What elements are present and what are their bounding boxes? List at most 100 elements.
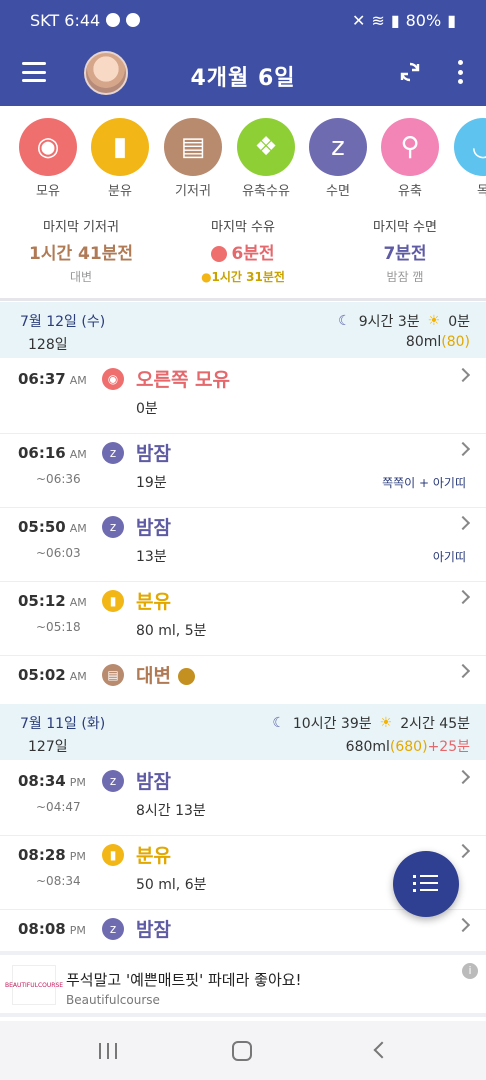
ad-logo: BEAUTIFULCOURSE: [5, 965, 63, 1005]
moon-icon: ☾: [338, 313, 351, 329]
log-entry[interactable]: 05:12 AM ~05:18 ▮ 분유 80 ml, 5분: [0, 582, 486, 656]
ml-total: 680ml: [345, 739, 390, 755]
ml-total: 80ml: [405, 334, 442, 350]
category-bath[interactable]: ◡ 목: [453, 118, 486, 198]
entry-time-value: 08:34: [18, 772, 66, 790]
crib-icon: z: [309, 118, 367, 176]
breastfeed-small-icon: [211, 246, 228, 262]
message-notification-icon: [126, 13, 141, 27]
formula-dot-icon: ●: [201, 270, 212, 284]
entry-time: 06:37 AM: [18, 370, 87, 388]
recent-apps-icon[interactable]: [99, 1043, 117, 1059]
day-date: 7월 11일 (화): [20, 716, 106, 732]
app-bar: 4개월 6일: [0, 40, 486, 106]
day-sleep-total: 0분: [448, 314, 470, 330]
status-time: SKT 6:44: [30, 10, 101, 30]
entry-ampm: AM: [69, 522, 87, 535]
entry-tag: 아기띠: [432, 550, 466, 564]
log-entry[interactable]: 08:08 PM z 밤잠: [0, 910, 486, 950]
day-sleep-totals: ☾ 10시간 39분 ☀ 2시간 45분: [272, 713, 470, 733]
entry-time: 08:08 PM: [18, 920, 86, 938]
ad-advertiser: Beautifulcourse: [66, 993, 160, 1007]
log-entry[interactable]: 08:34 PM ~04:47 z 밤잠 8시간 13분: [0, 762, 486, 836]
signal-icon: ▮: [390, 10, 400, 30]
category-formula[interactable]: ▮ 분유: [90, 118, 150, 198]
category-pumped-feed[interactable]: ❖ 유축수유: [236, 118, 296, 198]
day-sleep-total: 2시간 45분: [400, 716, 470, 732]
moon-icon: ☾: [272, 715, 285, 731]
day-ml-total: 680ml(680)+25분: [346, 736, 470, 756]
entry-end-time: ~04:47: [36, 800, 81, 814]
day-ml-total: 80ml(80): [406, 334, 470, 350]
crib-icon: z: [102, 918, 124, 940]
entry-end-time: ~05:18: [36, 620, 81, 634]
category-label: 유축수유: [242, 184, 290, 198]
entry-end-time: ~08:34: [36, 874, 81, 888]
back-icon[interactable]: [373, 1041, 391, 1059]
entry-detail: 50 ml, 6분: [136, 877, 207, 893]
last-sleep-sub: 밤잠 깸: [386, 270, 424, 284]
bottle-icon: ▮: [102, 590, 124, 612]
last-diaper[interactable]: 마지막 기저귀 1시간 41분전 대변: [0, 216, 162, 285]
more-options-icon[interactable]: [456, 60, 464, 84]
last-feed-time: 6분전: [231, 244, 275, 264]
last-feed-sub: ●1시간 31분전: [162, 268, 324, 285]
category-label: 유축: [398, 184, 422, 198]
entry-time: 05:50 AM: [18, 518, 87, 536]
list-view-button[interactable]: [393, 851, 459, 917]
category-label: 목: [477, 184, 486, 198]
entry-time-value: 05:12: [18, 592, 66, 610]
entry-time-value: 06:16: [18, 444, 66, 462]
category-sleep[interactable]: z 수면: [308, 118, 368, 198]
entry-title: 대변: [136, 661, 195, 688]
last-sleep[interactable]: 마지막 수면 7분전 밤잠 깸: [324, 216, 486, 285]
entry-time: 08:34 PM: [18, 772, 86, 790]
chevron-right-icon: [455, 441, 471, 457]
system-nav-bar: [0, 1021, 486, 1080]
mute-icon: ✕: [352, 10, 366, 30]
day-header: 7월 12일 (수) 128일 ☾ 9시간 3분 ☀ 0분 80ml(80): [0, 302, 486, 358]
ml-extra: +25분: [427, 739, 470, 755]
entry-ampm: AM: [69, 596, 87, 609]
battery-icon: ▮: [447, 10, 456, 30]
entry-time: 06:16 AM: [18, 444, 87, 462]
diaper-icon: ▤: [102, 664, 124, 686]
entry-time-value: 08:28: [18, 846, 66, 864]
bottle-icon: ▮: [102, 844, 124, 866]
category-breastfeed[interactable]: ◉ 모유: [18, 118, 78, 198]
category-label: 수면: [326, 184, 350, 198]
last-diaper-sub: 대변: [69, 270, 93, 284]
log-entry[interactable]: 05:02 AM ▤ 대변: [0, 656, 486, 704]
entry-time: 05:02 AM: [18, 666, 87, 684]
ad-title: 푸석말고 '예쁜매트핏' 파데라 좋아요!: [66, 971, 302, 989]
entry-title: 분유: [136, 845, 171, 867]
entry-title: 밤잠: [136, 443, 171, 465]
entry-time: 08:28 PM: [18, 846, 86, 864]
last-feed[interactable]: 마지막 수유 6분전 ●1시간 31분전: [162, 216, 324, 285]
entry-ampm: PM: [69, 850, 86, 863]
last-feed-title: 마지막 수유: [211, 220, 275, 235]
bottle-icon: ▮: [91, 118, 149, 176]
sync-icon[interactable]: [398, 60, 422, 84]
category-pump[interactable]: ⚲ 유축: [380, 118, 440, 198]
last-diaper-title: 마지막 기저귀: [43, 220, 119, 235]
category-diaper[interactable]: ▤ 기저귀: [163, 118, 223, 198]
entry-time-value: 05:02: [18, 666, 66, 684]
home-icon[interactable]: [232, 1041, 252, 1061]
category-label: 기저귀: [175, 184, 211, 198]
entry-ampm: PM: [69, 776, 86, 789]
chevron-right-icon: [455, 769, 471, 785]
last-sleep-title: 마지막 수면: [373, 220, 437, 235]
entry-title: 밤잠: [136, 919, 171, 941]
ad-banner[interactable]: BEAUTIFULCOURSE 푸석말고 '예쁜매트핏' 파데라 좋아요! Be…: [0, 951, 486, 1017]
sun-icon: ☀: [379, 715, 393, 731]
stool-color-dot: [177, 668, 195, 685]
log-entry[interactable]: 06:16 AM ~06:36 z 밤잠 19분 쪽쪽이 + 아기띠: [0, 434, 486, 508]
day-header: 7월 11일 (화) 127일 ☾ 10시간 39분 ☀ 2시간 45분 680…: [0, 704, 486, 760]
ad-info-icon[interactable]: i: [462, 963, 478, 979]
log-entry[interactable]: 06:37 AM ◉ 오른쪽 모유 0분: [0, 360, 486, 434]
log-entry[interactable]: 05:50 AM ~06:03 z 밤잠 13분 아기띠: [0, 508, 486, 582]
pump-icon: ⚲: [381, 118, 439, 176]
entry-ampm: AM: [69, 374, 87, 387]
entry-title: 밤잠: [136, 771, 171, 793]
